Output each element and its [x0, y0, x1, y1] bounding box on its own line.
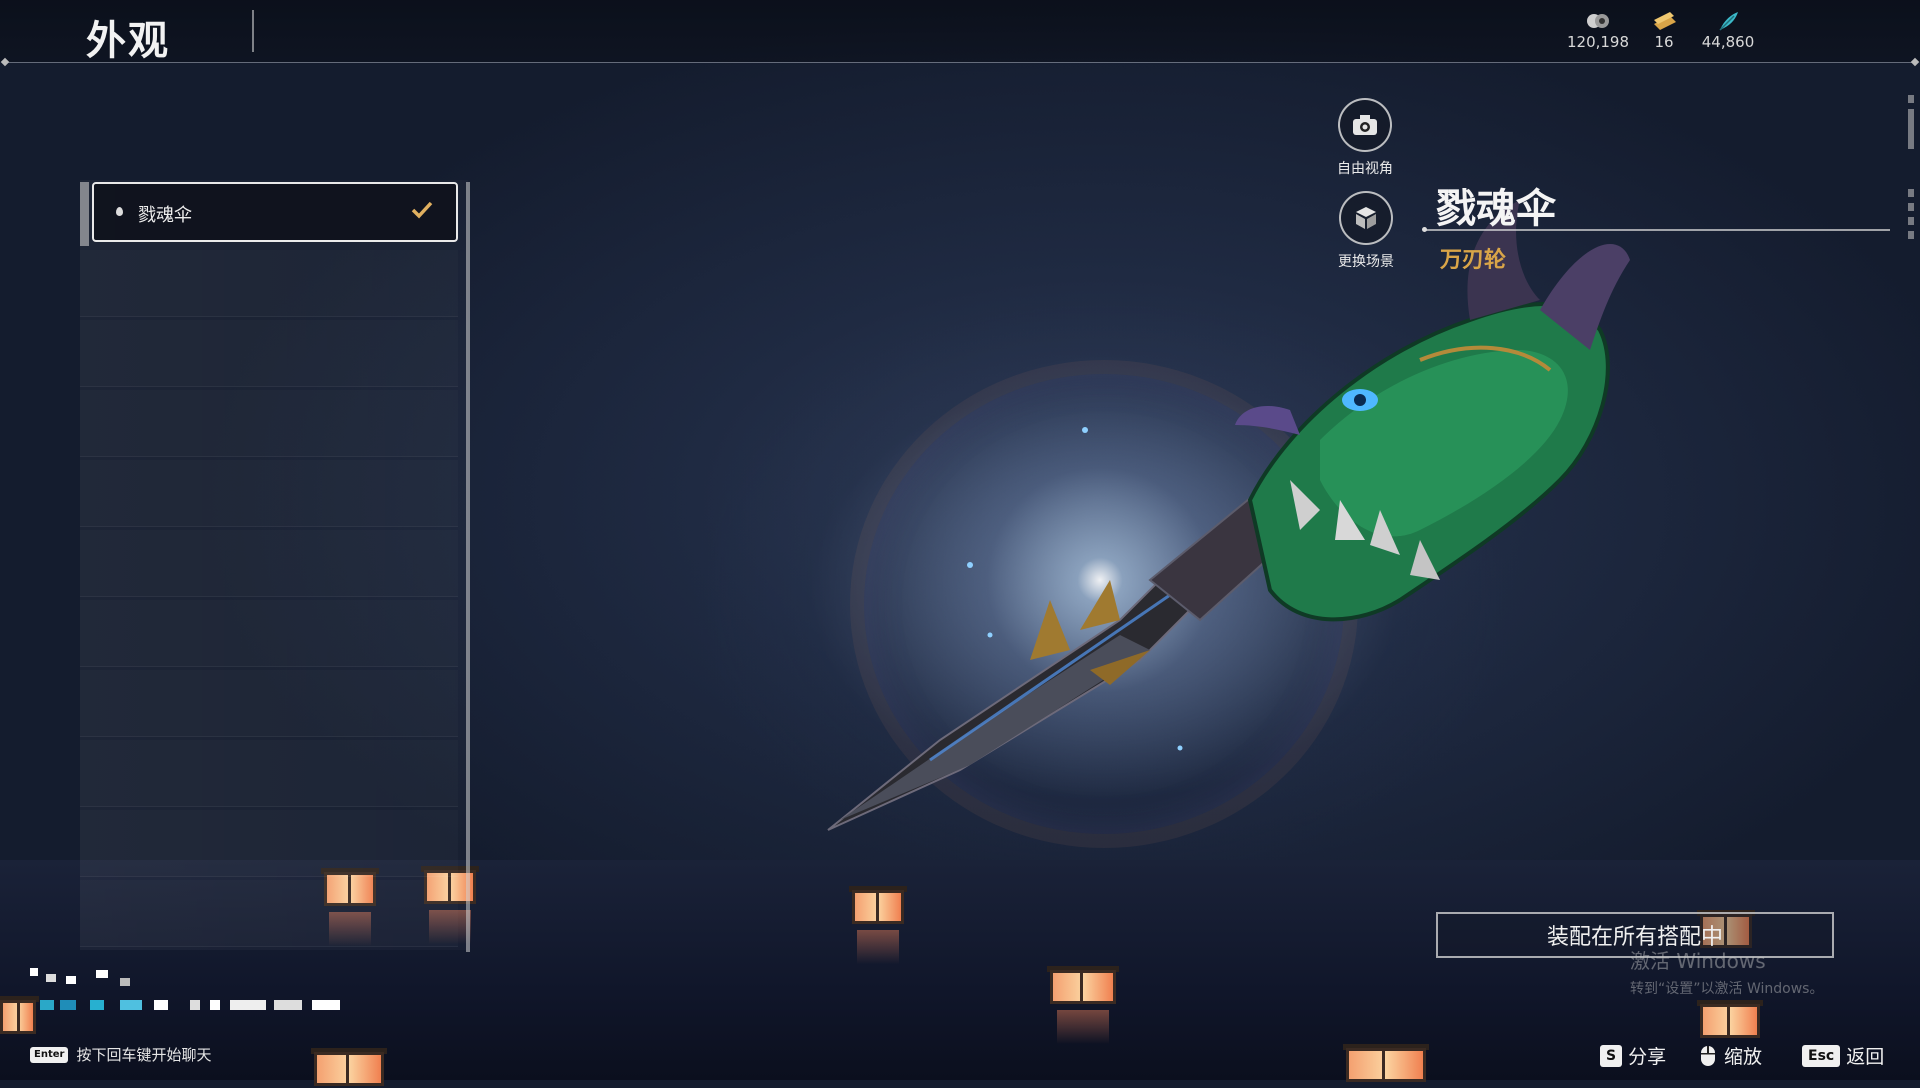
free-camera-button[interactable]: 自由视角	[1320, 98, 1410, 178]
list-slot	[80, 600, 458, 667]
list-slot	[80, 670, 458, 737]
cube-icon	[1356, 207, 1376, 229]
enter-key-icon: Enter	[30, 1046, 69, 1063]
list-item-label: 戮魂伞	[138, 205, 192, 226]
list-slot	[80, 880, 458, 947]
watermark-line2: 转到“设置”以激活 Windows。	[1630, 981, 1824, 997]
page-title: 外观	[86, 18, 170, 64]
free-camera-label: 自由视角	[1337, 161, 1393, 177]
list-slot	[80, 810, 458, 877]
back-button[interactable]: Esc 返回	[1802, 1042, 1884, 1069]
rarity-icon	[116, 207, 123, 216]
watermark-line1: 激活 Windows	[1630, 949, 1766, 973]
coin-icon	[1587, 14, 1609, 28]
floating-lantern	[311, 1048, 387, 1088]
floating-lantern	[1697, 1000, 1763, 1040]
share-label: 分享	[1628, 1046, 1667, 1068]
mouse-icon	[1701, 1045, 1715, 1066]
esc-key-icon: Esc	[1802, 1044, 1841, 1067]
zoom-button[interactable]: 缩放	[1698, 1042, 1762, 1069]
share-button[interactable]: S 分享	[1600, 1042, 1666, 1069]
checkmark-icon	[411, 201, 433, 219]
s-key-icon: S	[1600, 1044, 1623, 1067]
ticket-icon	[1654, 12, 1676, 30]
weapon-model[interactable]	[820, 180, 1640, 840]
feather-icon	[1719, 12, 1738, 31]
item-name-divider	[1422, 227, 1890, 232]
list-slot	[80, 250, 458, 317]
currency-feathers: 44,860	[1688, 10, 1768, 51]
change-scene-label: 更换场景	[1338, 254, 1394, 270]
list-slot	[80, 320, 458, 387]
feather-count: 44,860	[1701, 33, 1755, 51]
right-scroll-indicator	[1908, 95, 1914, 260]
camera-icon	[1353, 115, 1377, 135]
list-accent-bar	[80, 182, 89, 246]
floating-lantern	[1047, 966, 1119, 1044]
list-scrollbar[interactable]	[466, 182, 470, 952]
windows-activation-watermark: 激活 Windows 转到“设置”以激活 Windows。	[1630, 945, 1823, 998]
zoom-label: 缩放	[1724, 1046, 1763, 1068]
change-scene-button[interactable]: 更换场景	[1321, 191, 1411, 271]
title-divider	[252, 10, 254, 52]
chat-feed-blurred	[30, 968, 350, 1018]
list-item-selected[interactable]: 戮魂伞	[92, 182, 458, 242]
floating-lantern	[849, 886, 907, 964]
back-label: 返回	[1846, 1046, 1885, 1068]
chat-hint: Enter 按下回车键开始聊天	[30, 1044, 211, 1065]
list-slot	[80, 530, 458, 597]
list-slot	[80, 460, 458, 527]
top-divider	[6, 62, 1914, 63]
list-slot	[80, 390, 458, 457]
item-name: 戮魂伞	[1436, 186, 1556, 232]
item-type: 万刃轮	[1440, 248, 1507, 273]
list-slot	[80, 740, 458, 807]
chat-hint-label: 按下回车键开始聊天	[76, 1046, 212, 1064]
floating-lantern	[1343, 1044, 1429, 1084]
